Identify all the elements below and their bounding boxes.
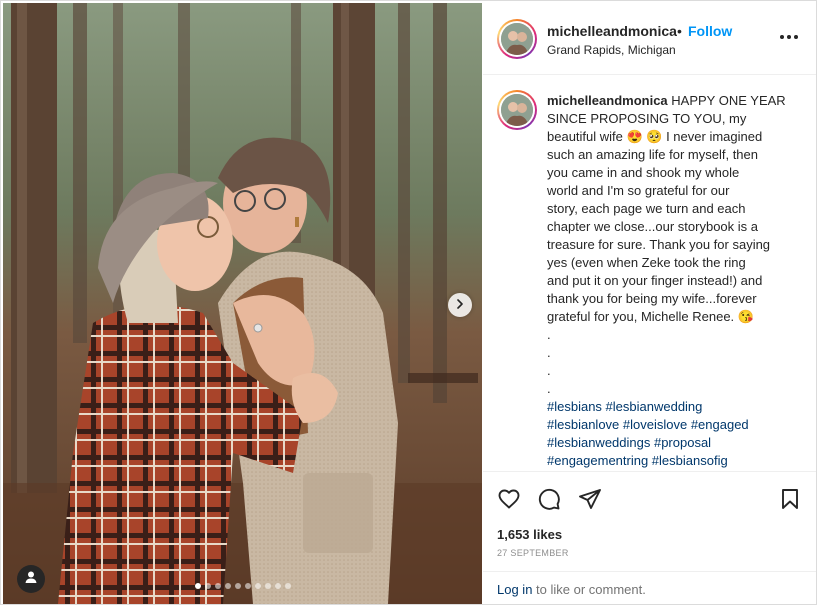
hashtag-line[interactable]: #lesbians #lesbianwedding [547,398,801,416]
carousel-dot [284,583,291,589]
comment-icon[interactable] [537,487,561,511]
caption-line: . [547,363,551,378]
send-icon[interactable] [578,487,602,511]
username-link[interactable]: michelleandmonica [547,23,677,39]
caption-line: HAPPY ONE YEAR [671,93,786,108]
caption-line: . [547,345,551,360]
chevron-right-icon [455,296,465,314]
hashtag-line[interactable]: #engagementring #lesbiansofig [547,452,801,470]
caption-line: SINCE PROPOSING TO YOU, my [547,111,747,126]
caption-line: world and I'm so grateful for our [547,183,730,198]
caption-line: yes (even when Zeke took the ring [547,255,746,270]
next-slide-button[interactable] [448,293,472,317]
carousel-dot [204,583,211,589]
caption-avatar[interactable] [497,90,537,130]
follow-button[interactable]: Follow [688,23,732,39]
post-header: michelleandmonica • Follow Grand Rapids,… [483,3,816,75]
caption-text: michelleandmonica HAPPY ONE YEAR SINCE P… [547,92,801,470]
hashtags: #lesbians #lesbianwedding #lesbianlove #l… [547,398,801,470]
caption-first-line: michelleandmonica HAPPY ONE YEAR [547,92,801,110]
login-prompt-text: Log in to like or comment. [497,582,646,597]
carousel-indicator [3,583,482,589]
caption-line: you came in and shook my whole [547,165,740,180]
tagged-users-button[interactable] [17,565,45,593]
caption-section: michelleandmonica HAPPY ONE YEAR SINCE P… [483,76,816,472]
caption-line: beautiful wife 😍 🥺 I never imagined [547,129,763,144]
login-prompt: Log in to like or comment. [483,571,816,604]
user-tag-icon [24,570,38,589]
avatar[interactable] [497,19,537,59]
hashtag-line[interactable]: #lesbianlove #loveislove #engaged [547,416,801,434]
caption-line: treasure for sure. Thank you for saying [547,237,771,252]
carousel-dot [244,583,251,589]
login-link[interactable]: Log in [497,582,532,597]
caption-line: story, each page we turn and each [547,201,746,216]
caption-line: . [547,327,551,342]
caption-username-link[interactable]: michelleandmonica [547,93,668,108]
forest-couple-photo [3,3,482,604]
bookmark-icon[interactable] [778,487,802,511]
login-prompt-rest: to like or comment. [532,582,646,597]
carousel-dot [214,583,221,589]
caption-line: grateful for you, Michelle Renee. 😘 [547,309,754,324]
caption-line: and put it on your finger instead!) and [547,273,763,288]
action-bar [483,473,816,525]
post-side-panel: michelleandmonica • Follow Grand Rapids,… [483,3,816,604]
instagram-post: michelleandmonica • Follow Grand Rapids,… [0,0,817,605]
carousel-dot [274,583,281,589]
carousel-dot [264,583,271,589]
post-date: 27 SEPTEMBER [497,548,569,558]
more-options-icon[interactable] [777,27,801,47]
post-photo[interactable] [3,3,482,604]
caption-line: chapter we close...our storybook is a [547,219,758,234]
carousel-dot [194,583,201,589]
separator-dot: • [677,23,682,39]
likes-count[interactable]: 1,653 likes [497,527,562,542]
caption-line: . [547,381,551,396]
carousel-dot [234,583,241,589]
hashtag-line[interactable]: #lesbianweddings #proposal [547,434,801,452]
caption-line: thank you for being my wife...forever [547,291,757,306]
caption-line: such an amazing life for myself, then [547,147,758,162]
carousel-dot [224,583,231,589]
location-link[interactable]: Grand Rapids, Michigan [547,43,676,57]
heart-icon[interactable] [497,487,521,511]
carousel-dot [254,583,261,589]
